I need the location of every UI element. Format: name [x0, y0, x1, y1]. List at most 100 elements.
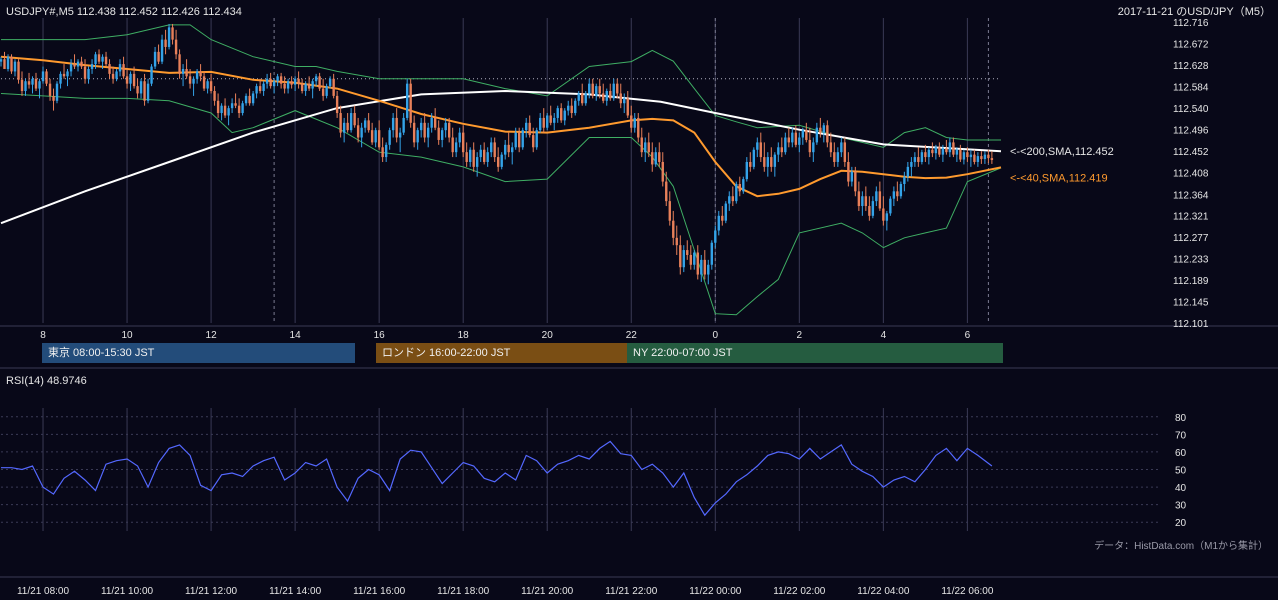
candle-body [90, 64, 94, 69]
candle-body [55, 83, 59, 101]
candle-body [437, 127, 440, 140]
candle-body [941, 148, 945, 155]
sma200-label: <-<200,SMA,112.452 [1010, 146, 1114, 158]
candle-body [917, 157, 920, 162]
rsi-tick-label: 50 [1175, 466, 1187, 477]
hour-tick-label: 20 [542, 330, 554, 341]
candle-body [304, 83, 307, 92]
candle-body [395, 117, 398, 138]
candle-body [633, 117, 636, 128]
price-tick-label: 112.584 [1173, 83, 1209, 94]
candle-body [805, 130, 808, 140]
candle-body [812, 142, 815, 153]
candle-body [910, 161, 913, 167]
candle-body [83, 66, 87, 79]
candle-body [381, 147, 384, 158]
candle-body [38, 81, 41, 89]
candle-body [920, 152, 924, 162]
candle-body [143, 81, 146, 101]
hour-tick-label: 12 [206, 330, 218, 341]
candle-body [185, 68, 188, 77]
hour-tick-label: 0 [713, 330, 719, 341]
candle-body [514, 132, 517, 148]
candle-body [311, 81, 314, 89]
candle-body [987, 154, 990, 159]
candle-body [819, 127, 822, 133]
candle-body [840, 142, 843, 153]
candle-body [174, 39, 178, 55]
candle-body [73, 64, 76, 67]
candle-body [836, 152, 840, 162]
candle-body [122, 64, 125, 77]
candle-body [857, 191, 861, 207]
candle-body [444, 122, 447, 131]
candle-body [770, 157, 773, 167]
candle-body [833, 152, 836, 162]
sma40-label: <-<40,SMA,112.419 [1010, 172, 1108, 184]
candle-body [637, 117, 640, 138]
candle-body [952, 142, 955, 155]
candle-body [402, 117, 405, 133]
candle-body [539, 117, 542, 131]
candle-body [255, 86, 258, 94]
hour-tick-label: 8 [40, 330, 46, 341]
candle-body [115, 71, 118, 79]
candle-body [206, 81, 209, 89]
source-note: データ：HistData.com（M1から集計） [1094, 539, 1268, 552]
candle-body [213, 91, 216, 101]
candle-body [423, 122, 426, 138]
candle-body [850, 171, 854, 182]
candle-body [195, 71, 199, 79]
candle-body [567, 105, 570, 111]
candle-body [244, 95, 248, 104]
candle-body [87, 68, 90, 79]
candle-body [973, 154, 976, 162]
candle-body [479, 149, 482, 158]
candle-body [307, 83, 311, 89]
candle-body [220, 105, 223, 114]
symbol-quote: USDJPY#,M5 112.438 112.452 112.426 112.4… [6, 6, 242, 18]
candle-body [412, 122, 416, 143]
candle-body [237, 105, 241, 114]
candle-body [682, 250, 685, 268]
rsi-tick-label: 30 [1175, 501, 1187, 512]
candle-body [398, 132, 402, 138]
candle-body [451, 137, 454, 153]
date-tick-label: 11/21 12:00 [185, 586, 238, 597]
candle-body [416, 130, 419, 143]
candle-body [241, 103, 244, 114]
candle-body [560, 108, 563, 121]
candle-body [882, 208, 885, 221]
candle-body [815, 127, 819, 143]
candle-body [181, 68, 185, 74]
candle-body [405, 83, 409, 118]
candle-body [570, 105, 573, 114]
hour-tick-label: 14 [290, 330, 302, 341]
rsi-tick-label: 70 [1175, 430, 1187, 441]
candle-body [388, 130, 391, 145]
candle-body [62, 73, 66, 77]
date-tick-label: 11/21 14:00 [269, 586, 322, 597]
rsi-tick-label: 40 [1175, 483, 1187, 494]
candle-body [556, 108, 559, 118]
candle-body [574, 100, 577, 114]
candle-body [959, 149, 962, 160]
candle-body [500, 154, 503, 167]
candle-body [111, 73, 115, 79]
candle-body [94, 54, 97, 65]
candle-body [356, 125, 360, 138]
candle-body [293, 78, 297, 85]
rsi-tick-label: 60 [1175, 448, 1187, 459]
candle-body [521, 130, 524, 148]
candle-body [440, 130, 444, 140]
candle-body [980, 156, 983, 160]
candle-body [728, 196, 731, 204]
candle-body [745, 161, 748, 180]
candle-body [52, 95, 55, 101]
candle-body [202, 76, 206, 89]
candle-body [475, 157, 479, 167]
candle-body [640, 137, 643, 153]
date-tick-label: 11/22 02:00 [773, 586, 826, 597]
candle-body [430, 117, 433, 128]
candle-body [878, 191, 882, 209]
